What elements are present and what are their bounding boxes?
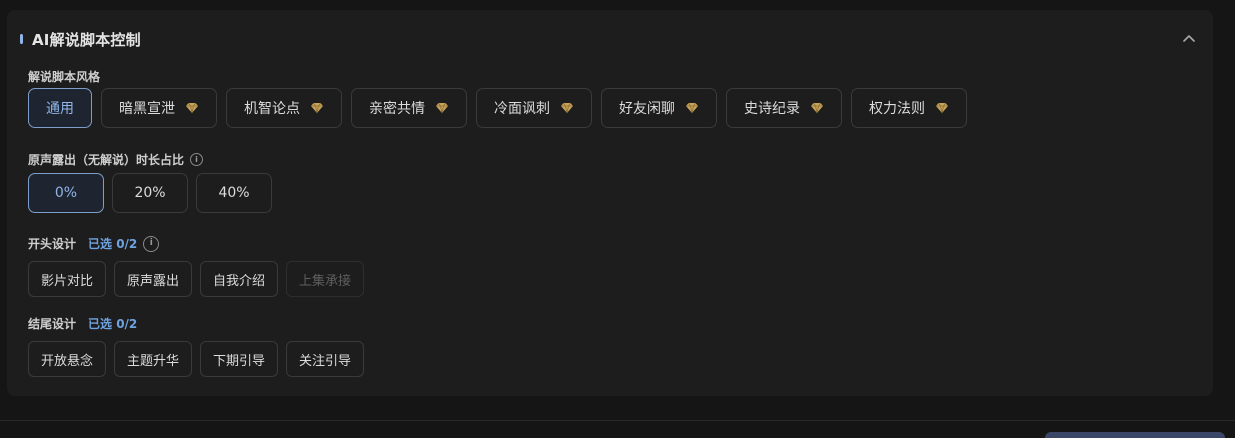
audio-ratio-label: 20% bbox=[134, 185, 166, 201]
style-option-power-rules[interactable]: 权力法则 bbox=[851, 88, 967, 128]
diamond-icon bbox=[810, 102, 824, 114]
opening-option-label: 原声露出 bbox=[127, 273, 180, 289]
diamond-icon bbox=[310, 102, 324, 114]
ending-option-label: 开放悬念 bbox=[41, 353, 94, 369]
style-option-witty-argument[interactable]: 机智论点 bbox=[226, 88, 342, 128]
style-option-label: 暗黑宣泄 bbox=[119, 101, 175, 117]
ending-section-label: 结尾设计 已选 0/2 bbox=[28, 315, 137, 332]
ending-option-follow-guide[interactable]: 关注引导 bbox=[286, 341, 365, 377]
bottom-divider bbox=[0, 420, 1235, 421]
style-option-friend-chat[interactable]: 好友闲聊 bbox=[601, 88, 717, 128]
style-option-label: 亲密共情 bbox=[369, 101, 425, 117]
style-option-label: 权力法则 bbox=[869, 101, 925, 117]
opening-option-label: 上集承接 bbox=[299, 273, 352, 289]
ending-option-label: 下期引导 bbox=[213, 353, 266, 369]
title-accent-bar bbox=[20, 34, 23, 44]
style-option-dark-vent[interactable]: 暗黑宣泄 bbox=[101, 88, 217, 128]
audio-ratio-40[interactable]: 40% bbox=[196, 173, 272, 213]
bottom-action-button-edge[interactable] bbox=[1045, 432, 1225, 438]
ending-option-label: 主题升华 bbox=[127, 353, 180, 369]
audio-ratio-0[interactable]: 0% bbox=[28, 173, 104, 213]
ending-selected-count: 已选 0/2 bbox=[88, 317, 138, 331]
opening-option-original-audio[interactable]: 原声露出 bbox=[114, 261, 193, 297]
style-option-label: 史诗纪录 bbox=[744, 101, 800, 117]
style-option-label: 好友闲聊 bbox=[619, 101, 675, 117]
diamond-icon bbox=[935, 102, 949, 114]
opening-selected-count: 已选 0/2 bbox=[88, 237, 138, 251]
audio-ratio-20[interactable]: 20% bbox=[112, 173, 188, 213]
diamond-icon bbox=[185, 102, 199, 114]
style-option-label: 通用 bbox=[46, 101, 74, 117]
style-option-label: 冷面讽刺 bbox=[494, 101, 550, 117]
style-option-general[interactable]: 通用 bbox=[28, 88, 92, 128]
collapse-chevron-up-icon[interactable] bbox=[1181, 30, 1197, 46]
style-options: 通用 暗黑宣泄 机智论点 亲密共情 冷面讽刺 好友闲聊 史诗纪录 权力法则 bbox=[28, 88, 967, 128]
opening-option-label: 影片对比 bbox=[41, 273, 94, 289]
audio-ratio-label: 0% bbox=[54, 185, 78, 201]
ending-option-label: 关注引导 bbox=[299, 353, 352, 369]
original-audio-label-text: 原声露出（无解说）时长占比 bbox=[28, 153, 185, 167]
panel-title: AI解说脚本控制 bbox=[32, 31, 141, 49]
style-option-label: 机智论点 bbox=[244, 101, 300, 117]
opening-options: 影片对比 原声露出 自我介绍 上集承接 bbox=[28, 261, 365, 297]
ending-options: 开放悬念 主题升华 下期引导 关注引导 bbox=[28, 341, 365, 377]
info-icon[interactable]: i bbox=[190, 153, 204, 166]
style-option-deadpan-satire[interactable]: 冷面讽刺 bbox=[476, 88, 592, 128]
diamond-icon bbox=[560, 102, 574, 114]
style-label-text: 解说脚本风格 bbox=[28, 70, 101, 84]
style-option-epic-documentary[interactable]: 史诗纪录 bbox=[726, 88, 842, 128]
ending-option-next-episode-guide[interactable]: 下期引导 bbox=[200, 341, 279, 377]
original-audio-section-label: 原声露出（无解说）时长占比 i bbox=[28, 151, 204, 168]
info-icon[interactable]: i bbox=[143, 235, 160, 252]
opening-option-previous-episode: 上集承接 bbox=[286, 261, 365, 297]
opening-label-text: 开头设计 bbox=[28, 237, 77, 251]
opening-option-film-contrast[interactable]: 影片对比 bbox=[28, 261, 107, 297]
ending-option-theme-elevation[interactable]: 主题升华 bbox=[114, 341, 193, 377]
opening-option-self-intro[interactable]: 自我介绍 bbox=[200, 261, 279, 297]
diamond-icon bbox=[685, 102, 699, 114]
original-audio-options: 0% 20% 40% bbox=[28, 173, 272, 213]
style-option-intimate-empathy[interactable]: 亲密共情 bbox=[351, 88, 467, 128]
diamond-icon bbox=[435, 102, 449, 114]
style-section-label: 解说脚本风格 bbox=[28, 68, 100, 85]
ending-option-open-suspense[interactable]: 开放悬念 bbox=[28, 341, 107, 377]
panel-header[interactable]: AI解说脚本控制 bbox=[7, 10, 1213, 66]
script-control-panel: AI解说脚本控制 解说脚本风格 通用 暗黑宣泄 机智论点 亲密共情 冷面讽刺 好… bbox=[7, 10, 1213, 396]
audio-ratio-label: 40% bbox=[218, 185, 250, 201]
opening-option-label: 自我介绍 bbox=[213, 273, 266, 289]
ending-label-text: 结尾设计 bbox=[28, 317, 77, 331]
opening-section-label: 开头设计 已选 0/2 i bbox=[28, 235, 160, 252]
